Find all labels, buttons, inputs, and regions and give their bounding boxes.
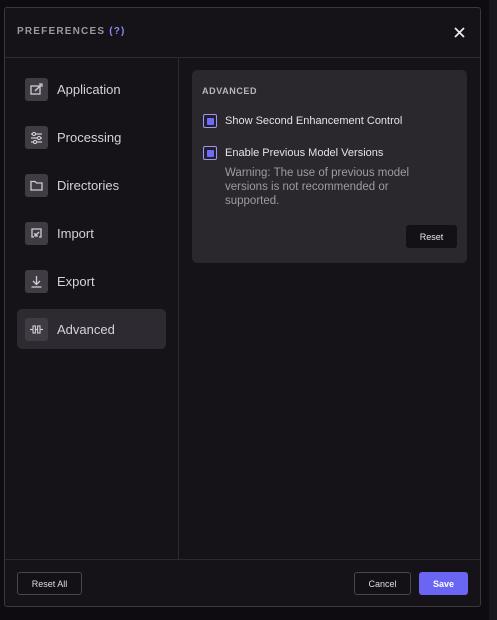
second-enhancement-checkbox[interactable] [203, 114, 217, 128]
dialog-title: PREFERENCES (?) [17, 26, 126, 37]
save-button[interactable]: Save [419, 572, 468, 595]
second-enhancement-option[interactable]: Show Second Enhancement Control [203, 114, 402, 128]
dialog-footer: Reset All Cancel Save [5, 559, 480, 608]
reset-all-button[interactable]: Reset All [17, 572, 82, 595]
option-label: Enable Previous Model Versions [225, 147, 384, 159]
sidebar-item-label: Advanced [57, 321, 115, 337]
sidebar-item-import[interactable]: Import [17, 213, 166, 253]
warning-text: Warning: The use of previous model versi… [225, 167, 410, 207]
sidebar-item-directories[interactable]: Directories [17, 165, 166, 205]
sidebar-item-label: Export [57, 273, 95, 289]
folder-icon [25, 173, 48, 197]
sidebar-item-processing[interactable]: Processing [17, 117, 166, 157]
sidebar-item-label: Directories [57, 177, 120, 193]
advanced-icon [25, 317, 48, 341]
close-icon [453, 26, 465, 38]
dialog-header: PREFERENCES (?) [5, 8, 480, 58]
help-link[interactable]: (?) [109, 26, 125, 37]
advanced-panel: ADVANCED Show Second Enhancement Control… [192, 70, 467, 263]
close-button[interactable] [448, 21, 470, 43]
sidebar-item-application[interactable]: Application [17, 69, 166, 109]
sidebar: Application Processing Directories Impor… [5, 57, 179, 559]
sliders-icon [25, 125, 48, 149]
sidebar-item-label: Processing [57, 129, 122, 145]
sidebar-item-advanced[interactable]: Advanced [17, 309, 166, 349]
panel-title: ADVANCED [202, 86, 258, 96]
import-icon [25, 221, 48, 245]
sidebar-item-export[interactable]: Export [17, 261, 166, 301]
preferences-dialog: PREFERENCES (?) Application Processing D… [4, 7, 481, 607]
previous-models-option[interactable]: Enable Previous Model Versions [203, 146, 383, 160]
reset-button[interactable]: Reset [406, 225, 457, 248]
sidebar-item-label: Import [57, 225, 94, 241]
window-edge [489, 0, 497, 620]
download-icon [25, 269, 48, 293]
application-icon [25, 77, 48, 101]
previous-models-checkbox[interactable] [203, 146, 217, 160]
dialog-title-text: PREFERENCES [17, 26, 106, 37]
cancel-button[interactable]: Cancel [354, 572, 411, 595]
option-label: Show Second Enhancement Control [225, 115, 403, 127]
sidebar-item-label: Application [57, 81, 121, 97]
